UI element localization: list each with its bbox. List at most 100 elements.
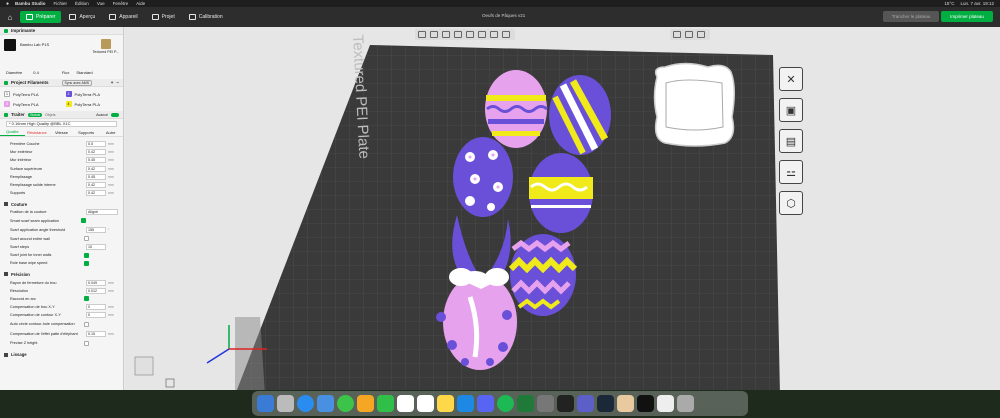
menu-aide[interactable]: Aide [136, 1, 145, 6]
assembly-icon[interactable] [697, 31, 705, 38]
param-input[interactable]: 0.15 [86, 331, 106, 338]
param-input[interactable]: 155 [86, 226, 106, 233]
plate-layout-icon[interactable]: ▤ [779, 129, 803, 153]
global-toggle[interactable]: Global [27, 112, 43, 117]
orient-icon[interactable] [454, 31, 462, 38]
app-icon[interactable] [617, 395, 634, 412]
layout-icon[interactable] [478, 31, 486, 38]
discord-icon[interactable] [477, 395, 494, 412]
printer-model[interactable]: Bambu Lab P1S [20, 39, 88, 47]
param-checkbox[interactable] [84, 296, 89, 302]
egg-purple-diagonal[interactable] [549, 75, 611, 155]
arrange-icon[interactable] [466, 31, 474, 38]
tab-quality[interactable]: Qualité [0, 128, 25, 136]
plate-type[interactable]: Textured PEI P... [92, 50, 119, 54]
layers-view-icon[interactable] [502, 31, 510, 38]
filament-item[interactable]: 1 PolyTerra PLA [0, 89, 62, 99]
home-button[interactable]: ⌂ [4, 11, 16, 23]
param-input[interactable]: 0.45 [86, 173, 106, 180]
add-filament-icon[interactable]: + [111, 80, 114, 85]
param-checkbox[interactable] [81, 218, 86, 224]
move-plate-icon[interactable]: ▣ [779, 98, 803, 122]
slice-plate-button[interactable]: Trancher le plateau [883, 11, 939, 22]
filament-swatch[interactable]: 1 [4, 91, 10, 97]
param-input[interactable]: 0.42 [86, 190, 106, 197]
safari-icon[interactable] [297, 395, 314, 412]
tab-prepare[interactable]: Préparer [20, 11, 62, 23]
tab-preview[interactable]: Aperçu [63, 11, 101, 23]
mail-icon[interactable] [317, 395, 334, 412]
photos-icon[interactable] [357, 395, 374, 412]
3d-viewport[interactable]: Textured PEI Plate ✕ ▣ ▤ ⚍ ⬡ [125, 27, 1000, 390]
print-plate-button[interactable]: Imprimer plateau [941, 11, 993, 22]
excel-icon[interactable] [517, 395, 534, 412]
add-plate-icon[interactable] [430, 31, 438, 38]
param-input[interactable]: 10 [86, 243, 106, 250]
grid-icon[interactable] [442, 31, 450, 38]
seam-position-select[interactable]: Aligné [86, 209, 118, 216]
param-checkbox[interactable] [84, 260, 89, 266]
menu-app-name[interactable]: Bambu Studio [15, 1, 46, 6]
facetime-icon[interactable] [377, 395, 394, 412]
filament-item[interactable]: 4 PolyTerra PLA [62, 99, 124, 109]
weather-status[interactable]: 15°C [944, 1, 954, 6]
printer-section-header[interactable]: Imprimante [0, 27, 123, 35]
notes-icon[interactable] [437, 395, 454, 412]
process-preset-select[interactable]: * 0.16mm High Quality @BBL X1C [6, 120, 117, 127]
printer-image[interactable] [4, 39, 16, 51]
tab-project[interactable]: Projet [146, 11, 181, 23]
trash-icon[interactable] [677, 395, 694, 412]
param-input[interactable]: 0.049 [86, 279, 106, 286]
settings-icon[interactable] [537, 395, 554, 412]
chrome-icon[interactable] [337, 395, 354, 412]
param-checkbox[interactable] [84, 321, 89, 327]
terminal-icon[interactable] [557, 395, 574, 412]
apple-icon[interactable]: ● [6, 1, 9, 7]
param-checkbox[interactable] [84, 340, 89, 346]
finder-icon[interactable] [257, 395, 274, 412]
measure-icon[interactable] [685, 31, 693, 38]
param-input[interactable]: 0.5 [86, 141, 106, 148]
menu-edition[interactable]: Édition [75, 1, 89, 6]
objects-toggle[interactable]: Objets [45, 113, 55, 117]
egg-pink-stripes[interactable] [485, 70, 548, 148]
spotify-icon[interactable] [497, 395, 514, 412]
diameter-select[interactable]: 0.4 [33, 70, 39, 75]
calendar-icon[interactable] [397, 395, 414, 412]
param-input[interactable]: 0 [86, 312, 106, 319]
plate-settings-icon[interactable]: ⬡ [779, 191, 803, 215]
tab-other[interactable]: Autre [98, 128, 123, 136]
param-input[interactable]: 0.42 [86, 182, 106, 189]
split-icon[interactable] [490, 31, 498, 38]
param-input[interactable]: 0.42 [86, 165, 106, 172]
sync-ams-button[interactable]: Sync avec AMS [61, 79, 93, 86]
teams-icon[interactable] [577, 395, 594, 412]
tab-calibration[interactable]: Calibration [183, 11, 229, 23]
close-plate-icon[interactable]: ✕ [779, 67, 803, 91]
filament-swatch[interactable]: 3 [4, 101, 10, 107]
tab-device[interactable]: Appareil [103, 11, 143, 23]
param-input[interactable]: 0.012 [86, 287, 106, 294]
filament-item[interactable]: 2 PolyTerra PLA [62, 89, 124, 99]
param-input[interactable]: 0.45 [86, 157, 106, 164]
plate-image[interactable] [100, 39, 111, 49]
param-input[interactable]: 0.42 [86, 149, 106, 156]
egg-pink-zigzag[interactable] [508, 234, 578, 316]
clock[interactable]: Lun. 7 avr. 19:12 [960, 1, 994, 6]
tab-speed[interactable]: Vitesse [49, 128, 74, 136]
rounded-tile-object[interactable] [653, 62, 735, 147]
build-plate-scene[interactable]: Textured PEI Plate [125, 27, 1000, 390]
menu-vue[interactable]: Vue [97, 1, 105, 6]
filament-item[interactable]: 3 PolyTerra PLA [0, 99, 62, 109]
tab-strength[interactable]: Résistance [25, 128, 50, 136]
fullscreen-icon[interactable] [673, 31, 681, 38]
param-checkbox[interactable] [84, 236, 89, 242]
filament-section-header[interactable]: Project Filaments Sync avec AMS + − [0, 79, 123, 87]
fit-view-icon[interactable] [165, 378, 175, 388]
app-store-icon[interactable] [457, 395, 474, 412]
filament-swatch[interactable]: 4 [65, 101, 72, 107]
menu-fichier[interactable]: Fichier [54, 1, 68, 6]
add-object-icon[interactable] [418, 31, 426, 38]
tab-supports[interactable]: Supports [74, 128, 99, 136]
egg-purple-flowers[interactable] [453, 137, 513, 217]
